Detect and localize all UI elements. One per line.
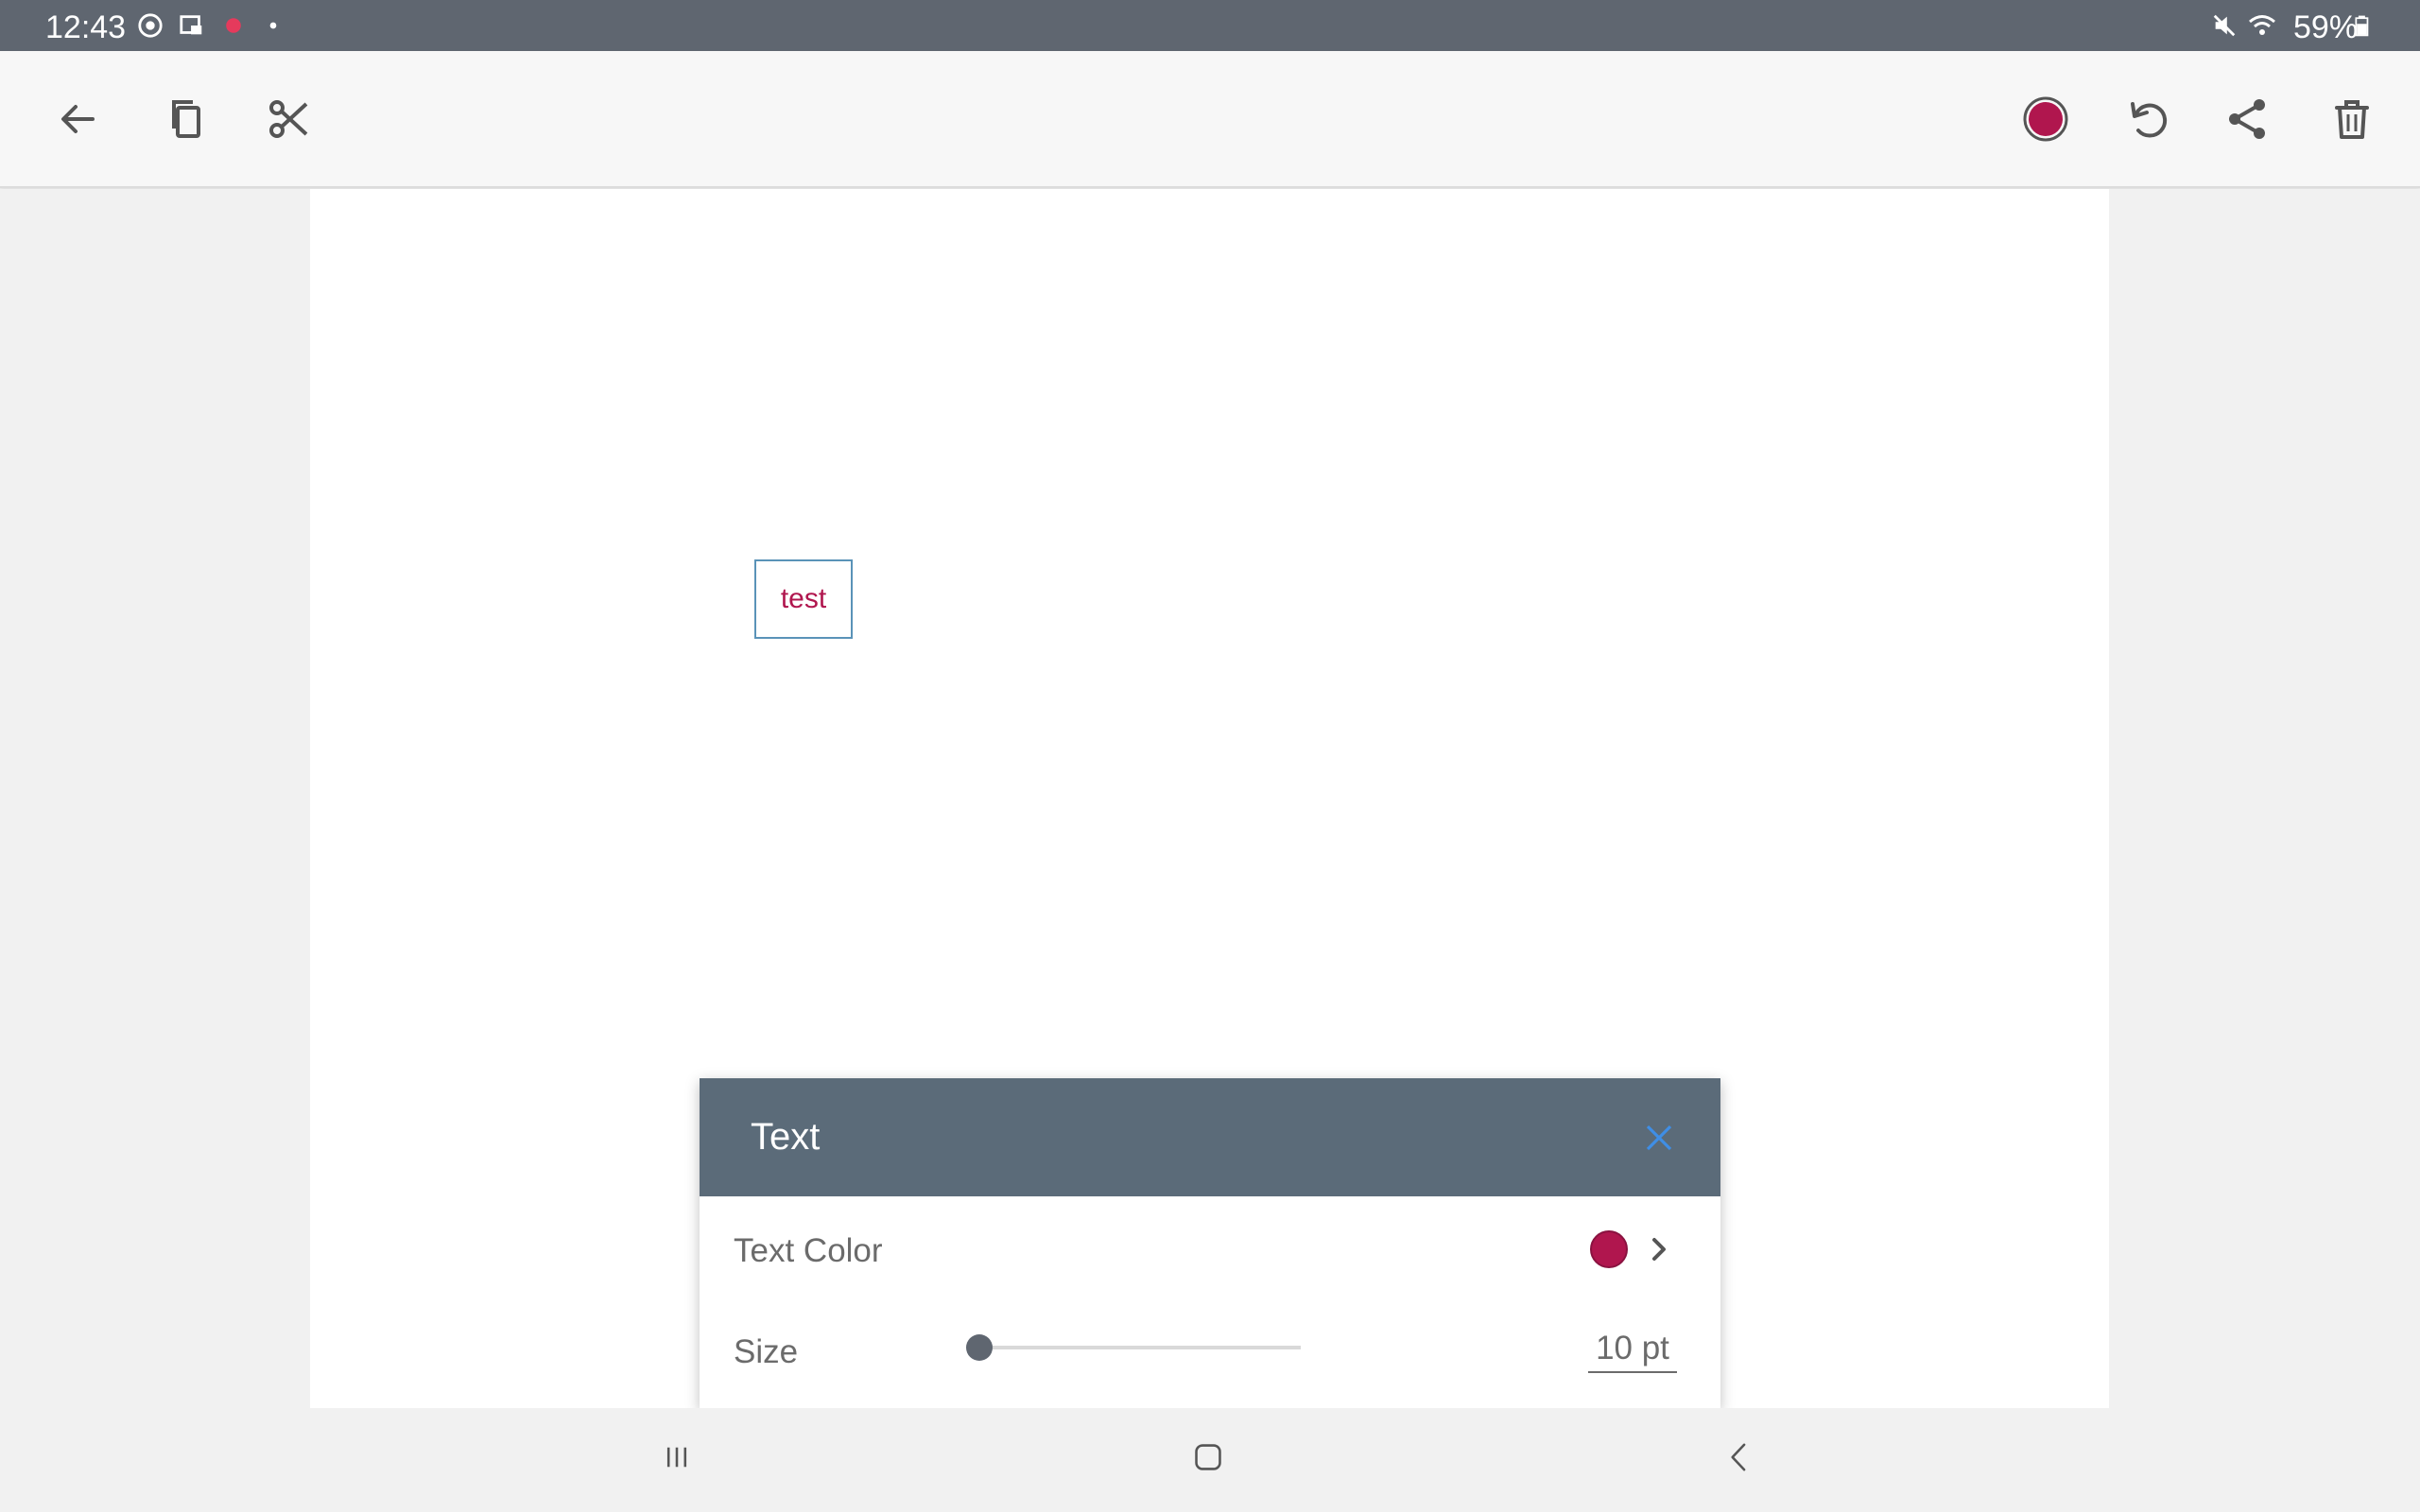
panel-title: Text: [751, 1116, 821, 1158]
home-icon[interactable]: [1180, 1429, 1236, 1486]
cut-icon[interactable]: [259, 89, 320, 149]
text-color-label: Text Color: [734, 1232, 883, 1269]
recents-icon[interactable]: [648, 1429, 705, 1486]
gallery-icon: [178, 11, 206, 40]
text-color-swatch[interactable]: [1590, 1230, 1628, 1268]
battery-icon: [2350, 11, 2378, 40]
wifi-icon: [2248, 11, 2276, 40]
share-icon[interactable]: [2218, 89, 2278, 149]
size-slider-thumb[interactable]: [966, 1334, 993, 1361]
size-label: Size: [734, 1333, 799, 1370]
text-properties-panel: Text Text Color Size 10 pt: [700, 1078, 1720, 1408]
dot-icon: [259, 11, 287, 40]
back-arrow-icon[interactable]: [47, 89, 108, 149]
mute-icon: [2210, 11, 2238, 40]
size-value-field[interactable]: 10 pt: [1588, 1330, 1677, 1373]
copy-icon[interactable]: [157, 89, 217, 149]
chrome-icon: [136, 11, 164, 40]
status-bar: 12:43 59%: [0, 0, 2420, 51]
recording-icon: [219, 11, 248, 40]
status-time: 12:43: [45, 9, 127, 45]
navigation-bar: [0, 1408, 2420, 1512]
undo-icon[interactable]: [2118, 89, 2178, 149]
canvas-text-element[interactable]: test: [754, 559, 853, 639]
color-icon[interactable]: [2015, 89, 2076, 149]
close-icon[interactable]: [1635, 1114, 1683, 1161]
delete-icon[interactable]: [2322, 89, 2382, 149]
size-slider-track[interactable]: [979, 1346, 1301, 1349]
battery-percent: 59%: [2293, 9, 2359, 45]
chevron-right-icon[interactable]: [1643, 1233, 1675, 1265]
panel-header: Text: [700, 1078, 1720, 1196]
back-icon[interactable]: [1711, 1429, 1768, 1486]
toolbar: [0, 51, 2420, 188]
